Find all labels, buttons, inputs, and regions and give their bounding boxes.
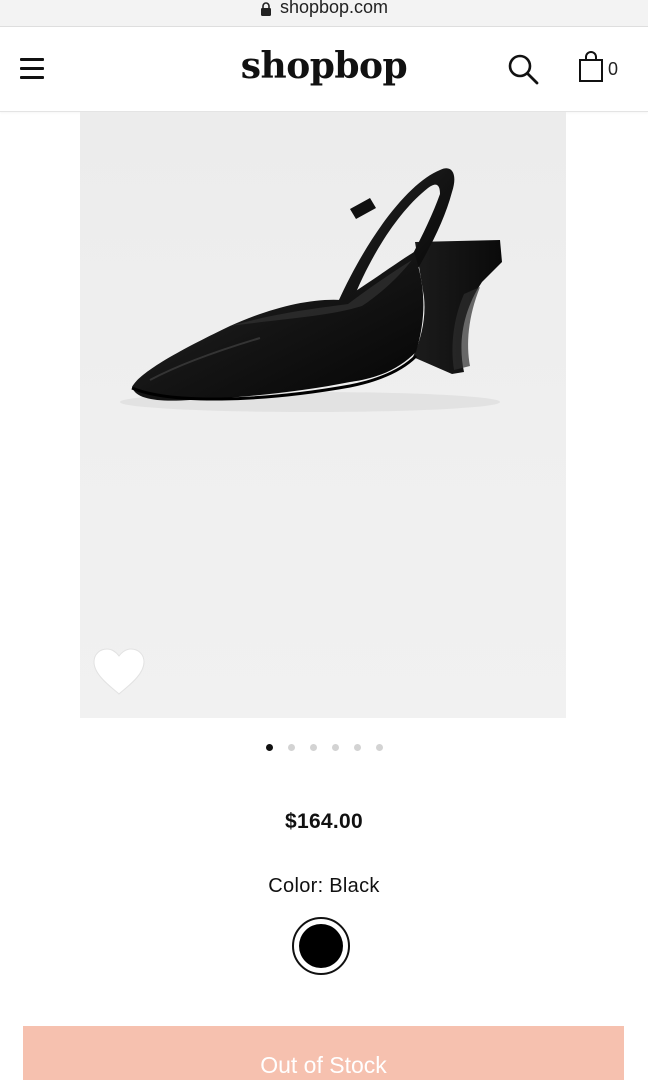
product-page: shopbop.com shopbop 0 $164.00 Color: Bla… xyxy=(0,0,648,1080)
product-image[interactable] xyxy=(80,112,566,718)
color-swatch-black[interactable] xyxy=(292,917,350,975)
lock-icon xyxy=(260,2,271,16)
bag-count: 0 xyxy=(608,58,619,79)
shopping-bag-button[interactable]: 0 xyxy=(578,49,628,85)
search-button[interactable] xyxy=(506,52,540,86)
favorite-button[interactable] xyxy=(90,646,148,698)
product-shoe-image xyxy=(120,168,502,412)
carousel-dot[interactable] xyxy=(265,744,273,751)
browser-url-bar[interactable]: shopbop.com xyxy=(0,0,648,27)
color-label: Color: Black xyxy=(268,875,380,897)
search-icon xyxy=(508,54,539,85)
site-header: shopbop 0 xyxy=(0,27,648,112)
site-logo[interactable]: shopbop xyxy=(0,45,648,87)
heart-icon xyxy=(93,648,145,695)
carousel-dot[interactable] xyxy=(287,744,295,751)
carousel-dot[interactable] xyxy=(353,744,361,751)
image-carousel-dots xyxy=(0,744,648,751)
shopping-bag-icon xyxy=(579,51,603,82)
carousel-dot[interactable] xyxy=(309,744,317,751)
product-price: $164.00 xyxy=(284,810,363,833)
carousel-dot[interactable] xyxy=(375,744,383,751)
out-of-stock-button[interactable]: Out of Stock xyxy=(23,1026,624,1080)
url-text: shopbop.com xyxy=(279,0,389,17)
carousel-dot[interactable] xyxy=(331,744,339,751)
swatch-fill xyxy=(299,924,343,968)
